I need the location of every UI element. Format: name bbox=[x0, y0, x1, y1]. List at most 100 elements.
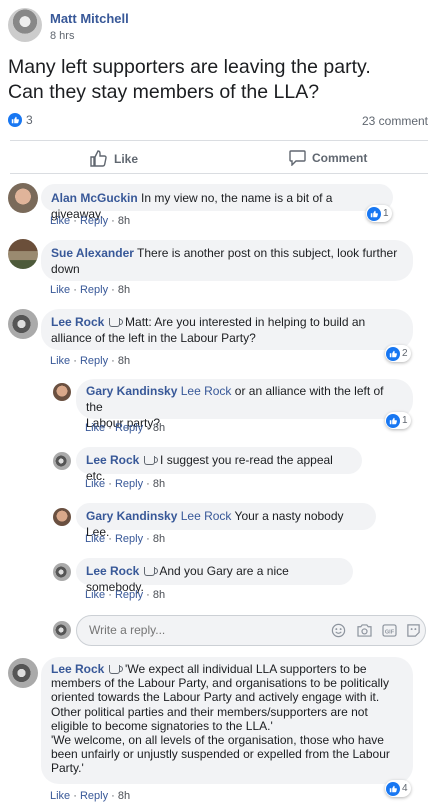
commenter-name[interactable]: Gary Kandinsky bbox=[86, 509, 177, 523]
comment-text: down bbox=[51, 262, 80, 276]
gif-icon[interactable]: GIF bbox=[382, 624, 397, 637]
reply-bubble: Gary Kandinsky Lee Rock or an alliance w… bbox=[76, 379, 413, 430]
coffee-cup-icon bbox=[108, 318, 123, 327]
reply-link[interactable]: Reply bbox=[80, 355, 108, 367]
divider-bottom bbox=[10, 173, 428, 174]
comment-text: 'We welcome, on all levels of the organi… bbox=[51, 733, 384, 748]
reaction-count: 3 bbox=[26, 113, 33, 127]
avatar[interactable] bbox=[53, 383, 71, 401]
reply-actions: Like · Reply · 8h bbox=[85, 478, 166, 490]
post-author-avatar[interactable] bbox=[8, 8, 42, 42]
reply-input[interactable] bbox=[87, 622, 311, 638]
mention-link[interactable]: Lee Rock bbox=[181, 384, 232, 398]
reply-bubble: Lee Rock I suggest you re-read the appea… bbox=[76, 447, 362, 483]
thumbs-up-icon bbox=[90, 150, 107, 167]
commenter-name[interactable]: Gary Kandinsky bbox=[86, 384, 177, 398]
reply-link[interactable]: Reply bbox=[115, 589, 143, 601]
like-link[interactable]: Like bbox=[50, 215, 70, 227]
comment-time[interactable]: 8h bbox=[118, 284, 130, 296]
like-link[interactable]: Like bbox=[50, 355, 70, 367]
reply-link[interactable]: Reply bbox=[80, 284, 108, 296]
reply-link[interactable]: Reply bbox=[115, 478, 143, 490]
comment-actions: Like · Reply · 8h bbox=[50, 215, 131, 227]
comment-button[interactable]: Comment bbox=[289, 150, 367, 166]
post-time[interactable]: 8 hrs bbox=[50, 30, 74, 42]
reply-input-box[interactable]: GIF bbox=[76, 615, 426, 646]
coffee-cup-icon bbox=[143, 567, 158, 576]
comment-text: eligible to become signatories to the LL… bbox=[51, 718, 273, 733]
comment-bubble: Alan McGuckin In my view no, the name is… bbox=[41, 184, 393, 221]
comment-text: There is another post on this subject, l… bbox=[137, 246, 398, 260]
avatar[interactable] bbox=[8, 183, 38, 213]
comment-text: Party.' bbox=[51, 761, 84, 776]
reply-link[interactable]: Reply bbox=[80, 215, 108, 227]
comment-text: been unfairly or unjustly suspended or e… bbox=[51, 747, 390, 762]
like-link[interactable]: Like bbox=[50, 790, 70, 802]
reply-actions: Like · Reply · 8h bbox=[85, 589, 166, 601]
avatar[interactable] bbox=[8, 239, 38, 269]
post-text-line-2: Can they stay members of the LLA? bbox=[8, 81, 320, 103]
comment-time[interactable]: 8h bbox=[118, 215, 130, 227]
commenter-name[interactable]: Lee Rock bbox=[51, 662, 104, 676]
commenter-name[interactable]: Lee Rock bbox=[51, 315, 104, 329]
like-button[interactable]: Like bbox=[90, 150, 138, 167]
comment-reaction[interactable]: 4 bbox=[385, 780, 411, 797]
comment-count[interactable]: 23 comment bbox=[362, 114, 428, 128]
comment-bubble: Lee Rock 'We expect all individual LLA s… bbox=[41, 657, 413, 784]
comment-time[interactable]: 8h bbox=[153, 478, 165, 490]
mention-link[interactable]: Lee Rock bbox=[181, 509, 232, 523]
avatar[interactable] bbox=[53, 508, 71, 526]
comment-time[interactable]: 8h bbox=[153, 533, 165, 545]
commenter-name[interactable]: Sue Alexander bbox=[51, 246, 134, 260]
post-reactions[interactable]: 3 bbox=[8, 113, 33, 127]
post-author-name[interactable]: Matt Mitchell bbox=[50, 11, 129, 26]
sticker-icon[interactable] bbox=[406, 623, 421, 638]
like-link[interactable]: Like bbox=[85, 478, 105, 490]
like-link[interactable]: Like bbox=[85, 589, 105, 601]
camera-icon[interactable] bbox=[357, 624, 372, 637]
comment-text: Matt: Are you interested in helping to b… bbox=[125, 315, 366, 329]
post-text: Many left supporters are leaving the par… bbox=[8, 55, 371, 105]
comment-time[interactable]: 8h bbox=[153, 422, 165, 434]
reply-link[interactable]: Reply bbox=[115, 533, 143, 545]
svg-text:GIF: GIF bbox=[385, 629, 395, 635]
coffee-cup-icon bbox=[108, 665, 123, 674]
comment-actions: Like · Reply · 8h bbox=[50, 284, 131, 296]
avatar[interactable] bbox=[53, 452, 71, 470]
like-link[interactable]: Like bbox=[50, 284, 70, 296]
comment-reaction[interactable]: 2 bbox=[385, 345, 411, 362]
commenter-name[interactable]: Alan McGuckin bbox=[51, 191, 138, 205]
avatar[interactable] bbox=[8, 309, 38, 339]
comment-text: members of the Labour Party, and organis… bbox=[51, 676, 389, 691]
comment-text: 'We expect all individual LLA supporters… bbox=[125, 662, 367, 676]
like-reaction-icon bbox=[8, 113, 22, 127]
comment-reaction[interactable]: 1 bbox=[385, 412, 411, 429]
comment-time[interactable]: 8h bbox=[118, 790, 130, 802]
comment-time[interactable]: 8h bbox=[153, 589, 165, 601]
emoji-icon[interactable] bbox=[331, 623, 346, 638]
comment-text: alliance of the left in the Labour Party… bbox=[51, 331, 256, 345]
reply-bubble: Gary Kandinsky Lee Rock Your a nasty nob… bbox=[76, 503, 376, 539]
comment-actions: Like · Reply · 8h bbox=[50, 790, 131, 802]
reply-link[interactable]: Reply bbox=[80, 790, 108, 802]
comment-time[interactable]: 8h bbox=[118, 355, 130, 367]
reply-actions: Like · Reply · 8h bbox=[85, 533, 166, 545]
comment-bubble: Sue Alexander There is another post on t… bbox=[41, 240, 413, 281]
divider-top bbox=[10, 140, 428, 141]
like-reaction-icon bbox=[386, 346, 400, 361]
comment-button-label: Comment bbox=[312, 151, 368, 165]
comment-reaction[interactable]: 1 bbox=[366, 205, 392, 222]
comment-text: oriented towards the Labour Party and ac… bbox=[51, 690, 380, 705]
commenter-name[interactable]: Lee Rock bbox=[86, 564, 139, 578]
commenter-name[interactable]: Lee Rock bbox=[86, 453, 139, 467]
comment-actions: Like · Reply · 8h bbox=[50, 355, 131, 367]
reply-link[interactable]: Reply bbox=[115, 422, 143, 434]
current-user-avatar bbox=[53, 621, 71, 639]
like-link[interactable]: Like bbox=[85, 422, 105, 434]
avatar[interactable] bbox=[53, 563, 71, 581]
speech-bubble-icon bbox=[289, 150, 306, 166]
like-button-label: Like bbox=[114, 151, 139, 166]
avatar[interactable] bbox=[8, 658, 38, 688]
like-reaction-icon bbox=[367, 206, 381, 221]
like-link[interactable]: Like bbox=[85, 533, 105, 545]
